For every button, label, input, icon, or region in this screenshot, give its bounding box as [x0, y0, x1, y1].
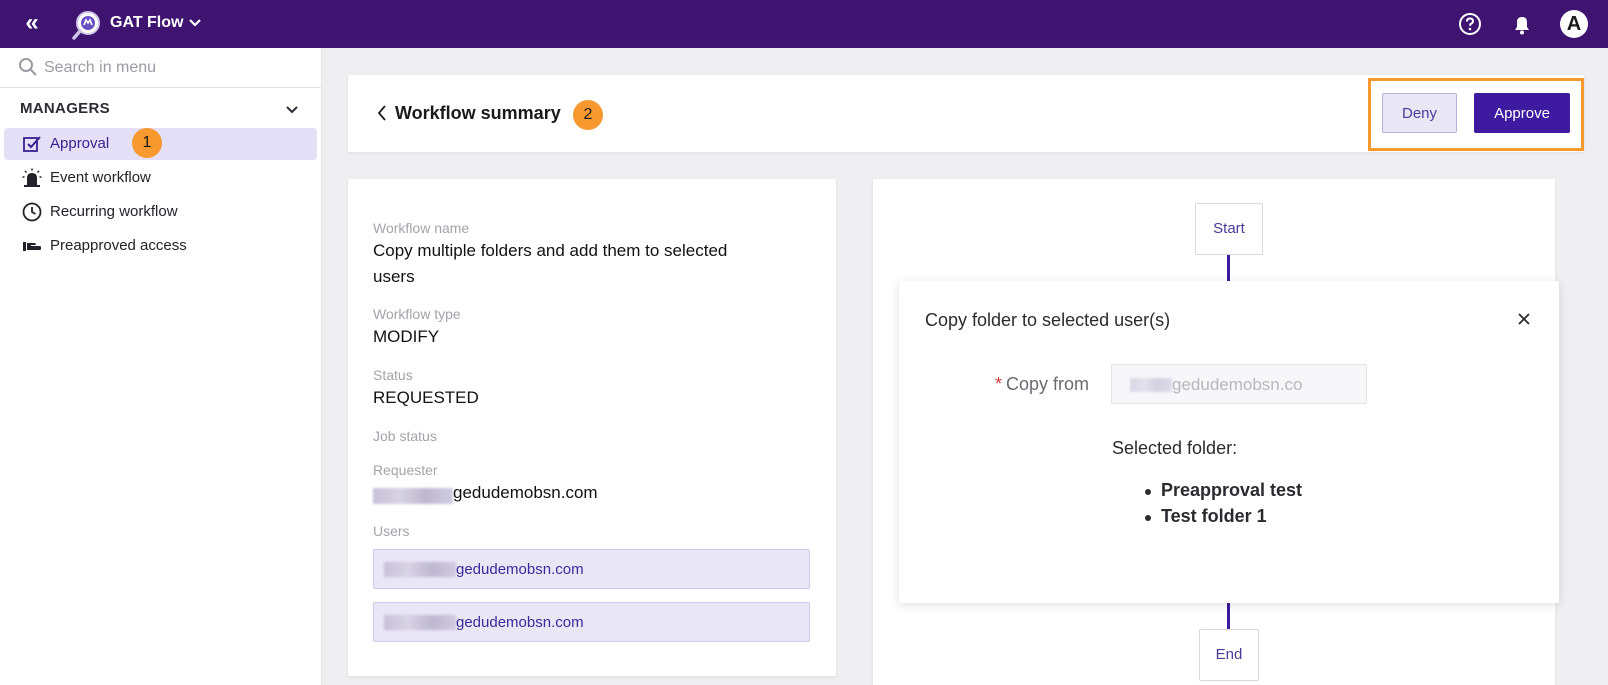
sidebar-item-label: Event workflow	[50, 169, 151, 186]
sidebar-item-label: Recurring workflow	[50, 203, 178, 220]
job-status-label: Job status	[373, 428, 437, 444]
help-icon[interactable]	[1458, 12, 1482, 36]
approval-check-icon	[23, 136, 41, 152]
sidebar-item-recurring-workflow[interactable]: Recurring workflow	[4, 196, 317, 228]
avatar[interactable]: A	[1560, 10, 1588, 38]
workflow-name-value: Copy multiple folders and add them to se…	[373, 241, 728, 260]
workflow-name-value-cont: users	[373, 267, 415, 286]
gat-flow-logo-icon	[72, 11, 100, 40]
requester-label: Requester	[373, 462, 438, 478]
flow-connector	[1227, 255, 1230, 282]
sidebar-item-preapproved-access[interactable]: Preapproved access	[4, 230, 317, 262]
notification-bell-icon[interactable]	[1510, 12, 1534, 36]
hand-icon	[23, 242, 41, 251]
redacted-text	[1130, 378, 1172, 392]
requester-value: gedudemobsn.com	[453, 483, 598, 502]
step-badge-1: 1	[132, 128, 162, 158]
selected-folder-label: Selected folder:	[1112, 438, 1238, 458]
list-item: Preapproval test	[1144, 480, 1302, 506]
search-icon	[19, 58, 37, 76]
workflow-details-card: Workflow name Copy multiple folders and …	[348, 179, 836, 676]
sidebar-search	[0, 48, 322, 88]
deny-button[interactable]: Deny	[1382, 93, 1457, 133]
start-node[interactable]: Start	[1195, 203, 1263, 255]
approve-button[interactable]: Approve	[1474, 93, 1570, 133]
status-value: REQUESTED	[373, 388, 479, 407]
section-title: MANAGERS	[20, 100, 110, 117]
selected-folder-list: Preapproval test Test folder 1	[1144, 480, 1302, 532]
sidebar-item-label: Preapproved access	[50, 237, 187, 254]
sidebar-item-label: Approval	[50, 135, 110, 152]
workflow-type-value: MODIFY	[373, 327, 440, 346]
collapse-sidebar-icon[interactable]: «	[18, 10, 46, 38]
close-icon[interactable]	[1516, 311, 1532, 327]
page-title: Workflow summary	[395, 103, 561, 123]
back-icon[interactable]	[374, 103, 390, 123]
status-label: Status	[373, 367, 413, 383]
app-name[interactable]: GAT Flow	[110, 14, 183, 32]
workflow-name-label: Workflow name	[373, 220, 470, 236]
redacted-text	[384, 562, 456, 577]
user-chip: gedudemobsn.com	[373, 602, 810, 642]
flow-connector	[1227, 603, 1230, 629]
sidebar-item-event-workflow[interactable]: Event workflow	[4, 162, 317, 194]
managers-section-header[interactable]: MANAGERS	[20, 100, 300, 120]
sidebar: MANAGERS Approval 1 Event workflow Recur…	[0, 48, 322, 685]
end-node[interactable]: End	[1199, 629, 1259, 681]
redacted-text	[384, 615, 456, 630]
redacted-text	[373, 488, 453, 504]
clock-icon	[22, 202, 42, 222]
chevron-down-icon[interactable]	[284, 102, 300, 118]
panel-title: Copy folder to selected user(s)	[925, 310, 1171, 330]
user-chip-text: gedudemobsn.com	[456, 614, 584, 631]
required-marker: *	[995, 374, 1003, 394]
search-input[interactable]	[44, 56, 304, 80]
chevron-down-icon[interactable]	[186, 14, 204, 32]
user-chip: gedudemobsn.com	[373, 549, 810, 589]
user-chip-text: gedudemobsn.com	[456, 561, 584, 578]
workflow-type-label: Workflow type	[373, 306, 461, 322]
list-item: Test folder 1	[1144, 506, 1302, 532]
copy-from-label-text: Copy from	[1006, 374, 1090, 394]
copy-from-label: * Copy from	[995, 374, 1089, 395]
alarm-icon	[22, 168, 42, 187]
copy-folder-panel: Copy folder to selected user(s) * Copy fr…	[899, 281, 1559, 603]
users-label: Users	[373, 523, 410, 539]
copy-from-field[interactable]: gedudemobsn.co	[1111, 364, 1367, 404]
copy-from-value: gedudemobsn.co	[1172, 375, 1303, 394]
step-badge-2: 2	[573, 100, 603, 130]
top-bar: « GAT Flow A	[0, 0, 1608, 48]
